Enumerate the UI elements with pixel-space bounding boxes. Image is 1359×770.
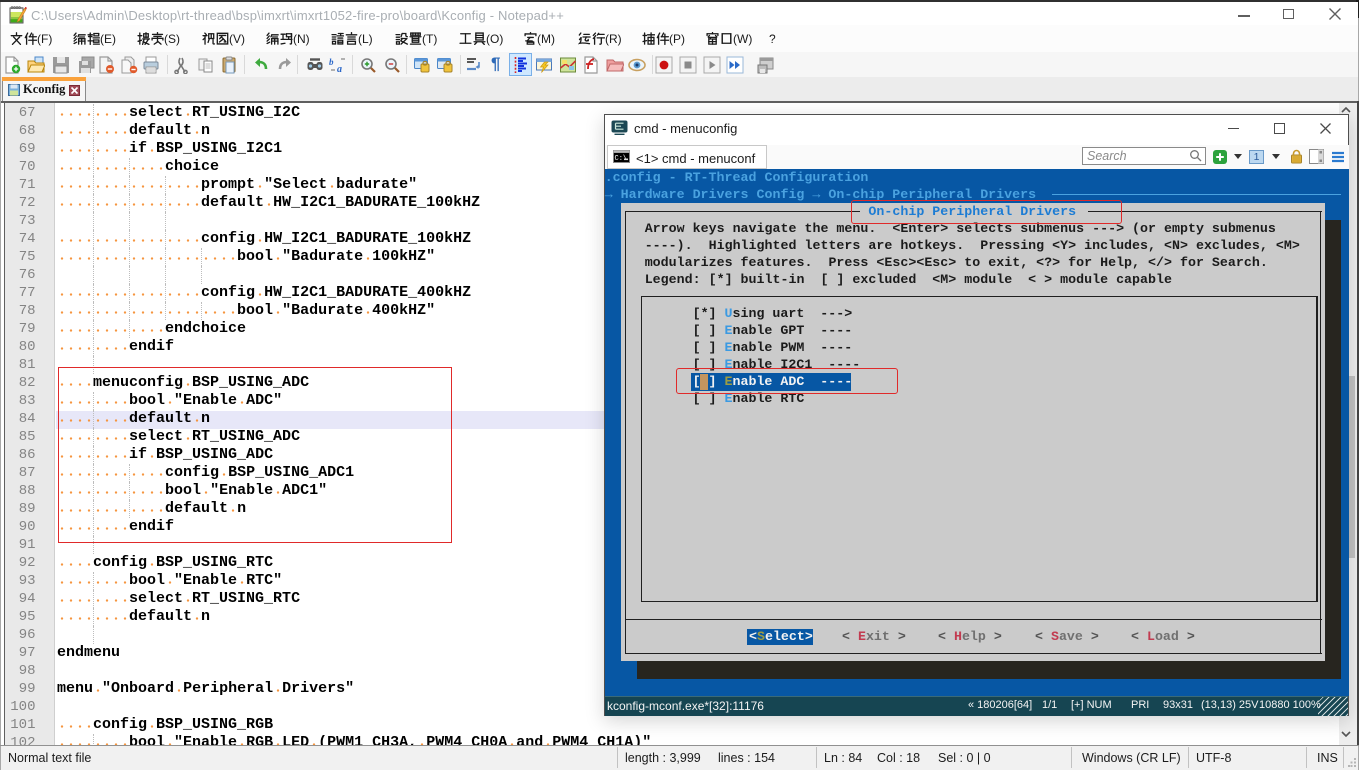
svg-text:b: b	[329, 57, 334, 67]
svg-text:a: a	[337, 64, 342, 74]
